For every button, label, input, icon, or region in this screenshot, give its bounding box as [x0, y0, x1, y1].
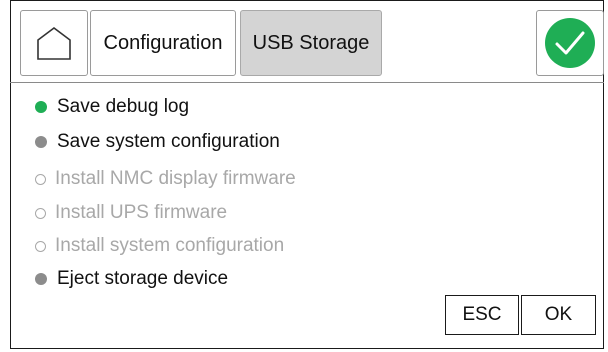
confirm-button[interactable]	[536, 10, 604, 76]
home-icon	[37, 27, 71, 60]
menu-item-label: Install UPS firmware	[55, 202, 228, 223]
menu-item-install-nmc-display-firmware: Install NMC display firmware	[35, 166, 296, 192]
menu-item-save-debug-log[interactable]: Save debug log	[35, 94, 189, 120]
menu-item-install-ups-firmware: Install UPS firmware	[35, 200, 227, 226]
menu-item-install-system-configuration: Install system configuration	[35, 233, 284, 259]
tab-usb-storage[interactable]: USB Storage	[240, 10, 382, 76]
esc-button[interactable]: ESC	[445, 295, 519, 335]
ok-button[interactable]: OK	[521, 295, 596, 335]
toolbar: Configuration USB Storage	[10, 0, 604, 83]
radio-icon	[35, 136, 47, 148]
menu-item-label: Eject storage device	[57, 268, 229, 289]
menu-item-save-system-configuration[interactable]: Save system configuration	[35, 129, 280, 155]
esc-button-label: ESC	[462, 304, 502, 325]
ok-button-label: OK	[544, 304, 573, 325]
menu-item-label: Install system configuration	[55, 235, 285, 256]
tab-usb-storage-label: USB Storage	[252, 31, 370, 54]
menu-item-label: Save system configuration	[57, 131, 280, 152]
home-button[interactable]	[20, 10, 88, 76]
radio-icon	[35, 273, 47, 285]
selected-radio-icon	[35, 101, 47, 113]
radio-disabled-icon	[35, 207, 46, 219]
tab-configuration-label: Configuration	[103, 31, 223, 54]
menu-item-eject-storage-device[interactable]: Eject storage device	[35, 266, 228, 292]
menu-item-label: Save debug log	[57, 96, 190, 117]
checkmark-icon	[545, 18, 595, 68]
radio-disabled-icon	[35, 240, 46, 252]
tab-configuration[interactable]: Configuration	[90, 10, 236, 76]
menu-item-label: Install NMC display firmware	[55, 168, 296, 189]
radio-disabled-icon	[35, 173, 46, 185]
